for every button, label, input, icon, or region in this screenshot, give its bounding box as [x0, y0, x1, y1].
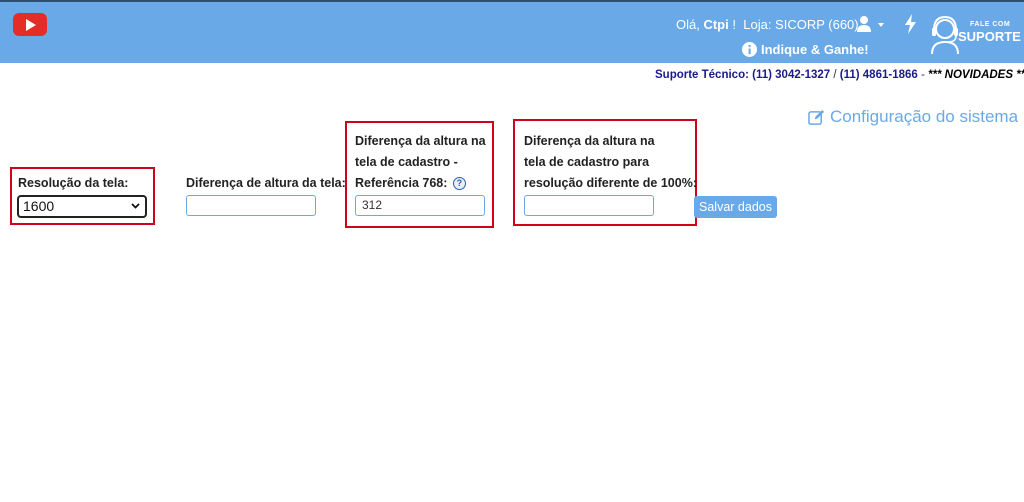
- info-icon: [742, 42, 757, 57]
- height-ref-label-line3: Referência 768: ?: [355, 173, 486, 194]
- height-diff-input[interactable]: [186, 195, 316, 216]
- height-diff-label: Diferença de altura da tela:: [186, 176, 346, 190]
- help-icon[interactable]: ?: [452, 177, 466, 191]
- page-title-label: Configuração do sistema: [830, 107, 1019, 126]
- height-ref-label-line2: tela de cadastro -: [355, 155, 458, 169]
- page-title: Configuração do sistema: [808, 107, 1018, 127]
- height-ref-label-line3-text: Referência 768:: [355, 176, 448, 190]
- greeting-prefix: Olá,: [676, 17, 700, 32]
- support-phone-1: (11) 3042-1327: [752, 69, 831, 81]
- bolt-icon[interactable]: [904, 14, 918, 34]
- resolution-label: Resolução da tela:: [18, 176, 129, 190]
- height-res-label-line1: Diferença da altura na: [524, 134, 655, 148]
- save-button[interactable]: Salvar dados: [694, 196, 777, 218]
- fale-com-label: FALE COM: [970, 21, 1011, 28]
- height-res-label-line3: resolução diferente de 100%:: [524, 176, 697, 190]
- user-name: Ctpi: [703, 17, 729, 32]
- height-ref-input[interactable]: 312: [355, 195, 485, 216]
- indique-label: Indique & Ganhe!: [761, 42, 869, 57]
- headset-icon[interactable]: [928, 14, 962, 54]
- suporte-label[interactable]: SUPORTE: [958, 29, 1021, 44]
- support-label: Suporte Técnico:: [655, 69, 749, 81]
- support-phone-2: (11) 4861-1866: [839, 69, 918, 81]
- height-ref-label-line1: Diferença da altura na: [355, 134, 486, 148]
- user-menu-button[interactable]: [856, 15, 888, 33]
- resolution-selected-value: 1600: [23, 198, 55, 214]
- news-link[interactable]: *** NOVIDADES ***: [928, 69, 1024, 81]
- height-res-label-line2: tela de cadastro para: [524, 155, 650, 169]
- chevron-down-icon: [131, 203, 140, 209]
- store-label: Loja: SICORP (660): [743, 17, 859, 32]
- height-ref-label: Diferença da altura na tela de cadastro …: [355, 131, 486, 194]
- youtube-icon[interactable]: [13, 13, 47, 36]
- indique-ganhe-link[interactable]: Indique & Ganhe!: [742, 42, 869, 57]
- height-res-label: Diferença da altura na tela de cadastro …: [524, 131, 697, 194]
- phone-separator: /: [833, 69, 837, 81]
- news-dash: -: [920, 69, 925, 81]
- height-res-input[interactable]: [524, 195, 654, 216]
- resolution-select[interactable]: 1600: [17, 195, 147, 218]
- greeting-suffix: !: [732, 17, 736, 32]
- greeting: Olá, Ctpi ! Loja: SICORP (660): [676, 17, 859, 32]
- user-icon: [857, 16, 884, 32]
- edit-icon: [808, 109, 825, 125]
- support-line: Suporte Técnico: (11) 3042-1327 / (11) 4…: [655, 69, 1024, 81]
- caret-down-icon: [878, 23, 884, 27]
- top-bar: Olá, Ctpi ! Loja: SICORP (660) Indique &…: [0, 0, 1024, 63]
